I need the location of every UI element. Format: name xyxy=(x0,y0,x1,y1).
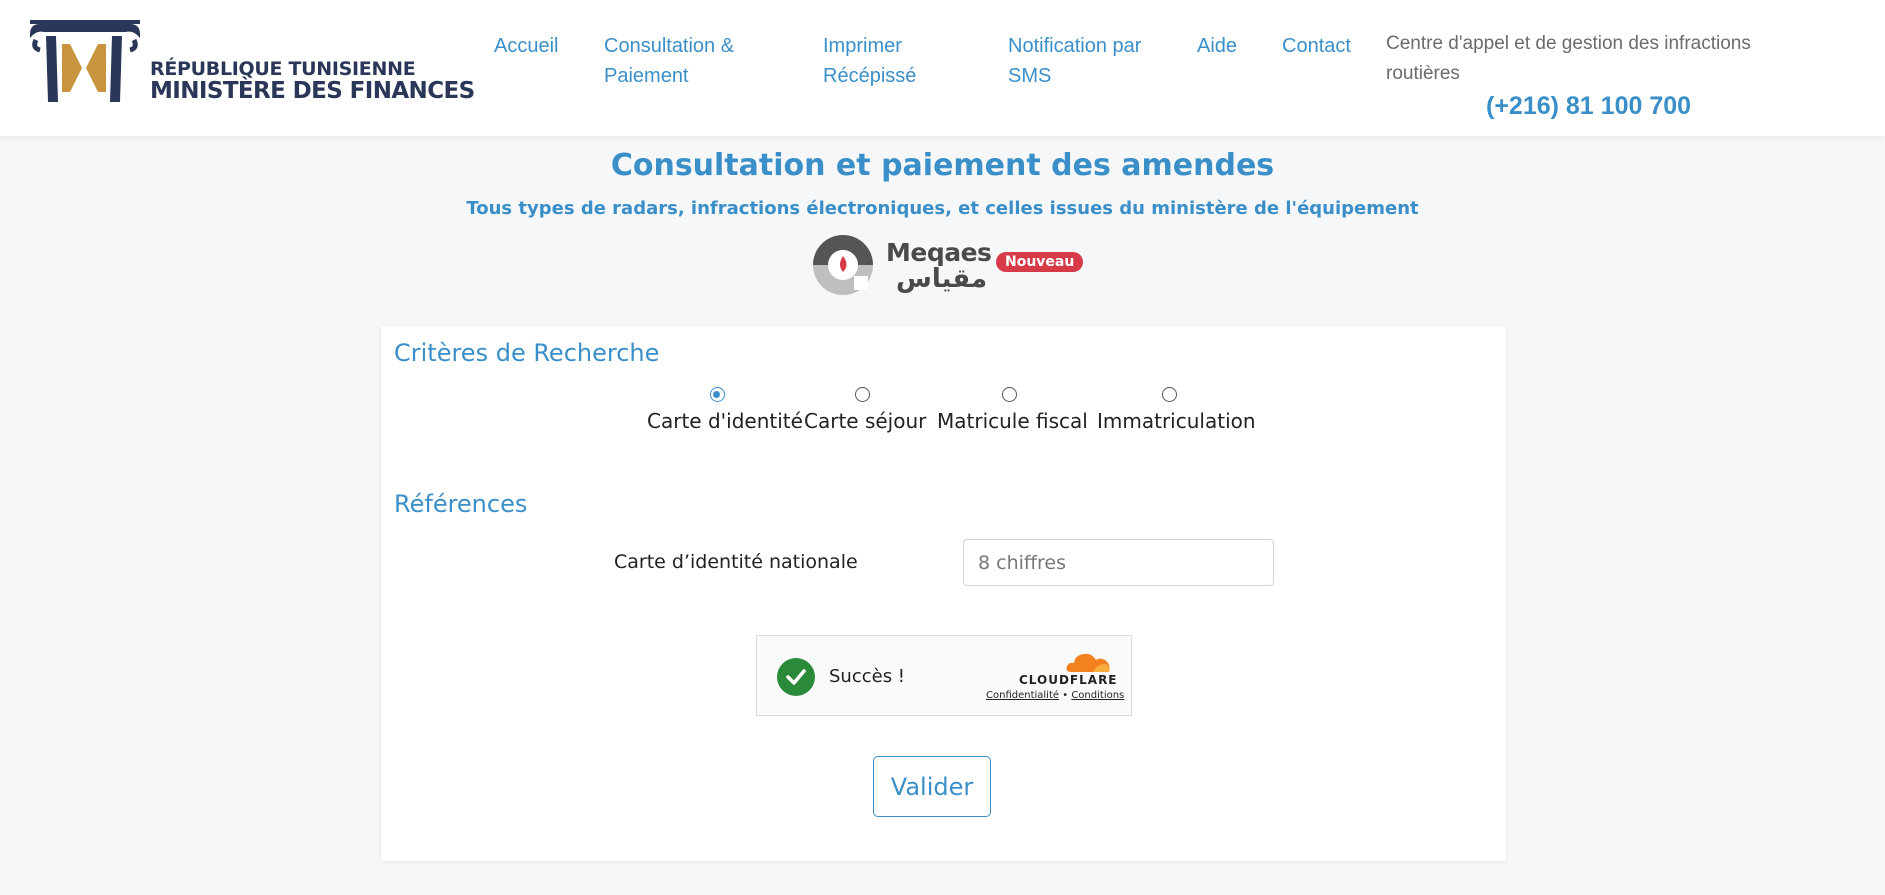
nouveau-badge: Nouveau xyxy=(996,252,1084,272)
cin-field-label: Carte d’identité nationale xyxy=(614,551,858,573)
meqaes-brand: Meqaes xyxy=(886,238,992,267)
radio-dot[interactable] xyxy=(709,387,725,402)
site-header: RÉPUBLIQUE TUNISIENNE MINISTÈRE DES FINA… xyxy=(0,0,1885,136)
cloudflare-links: Confidentialité • Conditions xyxy=(986,690,1124,701)
logo-line-republique: RÉPUBLIQUE TUNISIENNE xyxy=(150,58,416,80)
radio-dot[interactable] xyxy=(1161,387,1177,402)
radio-label: Immatriculation xyxy=(1097,409,1256,433)
radio-matricule-fiscal[interactable]: Matricule fiscal xyxy=(937,387,1088,433)
privacy-link[interactable]: Confidentialité xyxy=(986,690,1059,701)
link-separator: • xyxy=(1062,690,1069,701)
search-card: Critères de Recherche Carte d'identité C… xyxy=(381,326,1506,861)
cloudflare-cloud-icon xyxy=(1066,653,1110,672)
radio-carte-identite[interactable]: Carte d'identité xyxy=(647,387,803,433)
terms-link[interactable]: Conditions xyxy=(1071,690,1124,701)
nav-notification-sms[interactable]: Notification par SMS xyxy=(1008,31,1141,91)
meqaes-promo[interactable]: Meqaes مقياس Nouveau xyxy=(810,232,1084,298)
page-title: Consultation et paiement des amendes xyxy=(610,148,1275,183)
logo-line-ministere: MINISTÈRE DES FINANCES xyxy=(150,78,475,104)
nav-accueil[interactable]: Accueil xyxy=(494,31,558,61)
ministry-logo[interactable]: RÉPUBLIQUE TUNISIENNE MINISTÈRE DES FINA… xyxy=(26,20,475,106)
radio-label: Carte d'identité xyxy=(647,409,803,433)
success-check-icon xyxy=(777,658,815,696)
valider-button[interactable]: Valider xyxy=(873,756,991,817)
references-title: Références xyxy=(394,490,528,518)
nav-imprimer-recepisse[interactable]: Imprimer Récépissé xyxy=(823,31,916,91)
page-subtitle: Tous types de radars, infractions électr… xyxy=(466,198,1419,219)
radio-label: Carte séjour xyxy=(804,409,927,433)
captcha-status: Succès ! xyxy=(829,666,906,687)
call-center-phone[interactable]: (+216) 81 100 700 xyxy=(1486,92,1691,121)
cin-input[interactable] xyxy=(963,539,1274,586)
nav-contact[interactable]: Contact xyxy=(1282,31,1351,61)
radio-dot[interactable] xyxy=(854,387,870,402)
nav-aide[interactable]: Aide xyxy=(1197,31,1237,61)
search-criteria-title: Critères de Recherche xyxy=(394,339,660,367)
cloudflare-turnstile[interactable]: Succès ! CLOUDFLARE Confidentialité • Co… xyxy=(756,635,1132,716)
radio-label: Matricule fiscal xyxy=(937,409,1088,433)
meqaes-gauge-icon xyxy=(813,235,873,295)
call-center-label: Centre d'appel et de gestion des infract… xyxy=(1386,33,1751,84)
cloudflare-wordmark: CLOUDFLARE xyxy=(1019,673,1118,687)
nav-consultation-paiement[interactable]: Consultation & Paiement xyxy=(604,31,734,91)
radio-immatriculation[interactable]: Immatriculation xyxy=(1097,387,1256,433)
meqaes-brand-arabic: مقياس xyxy=(896,264,988,294)
column-emblem-icon xyxy=(30,20,140,102)
radio-dot[interactable] xyxy=(1001,387,1017,402)
radio-carte-sejour[interactable]: Carte séjour xyxy=(804,387,927,433)
